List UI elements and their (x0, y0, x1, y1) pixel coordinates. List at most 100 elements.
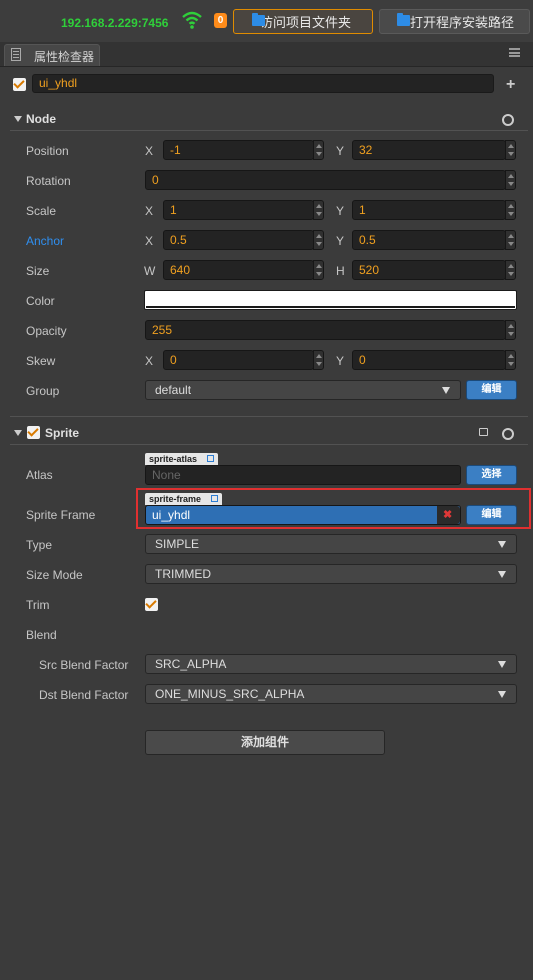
open-project-folder-button[interactable]: 访问项目文件夹 (233, 9, 373, 34)
collapse-arrow-icon[interactable] (14, 116, 22, 122)
open-install-path-label: 打开程序安装路径 (410, 15, 515, 30)
scale-y-stepper[interactable] (505, 200, 516, 220)
size-mode-label: Size Mode (26, 568, 83, 582)
divider (10, 130, 528, 131)
skew-x-axis: X (145, 354, 154, 368)
anchor-y-stepper[interactable] (505, 230, 516, 250)
size-h-input[interactable]: 520 (352, 260, 506, 280)
collapse-arrow-icon[interactable] (14, 430, 22, 436)
position-x-input[interactable]: -1 (163, 140, 314, 160)
book-icon[interactable] (479, 428, 488, 436)
preview-ip-address: 192.168.2.229:7456 (61, 16, 169, 30)
skew-y-axis: Y (336, 354, 345, 368)
scale-x-stepper[interactable] (313, 200, 324, 220)
atlas-select-button[interactable]: 选择 (466, 465, 517, 485)
sprite-atlas-tag: sprite-atlas (145, 453, 218, 465)
wifi-icon (182, 11, 202, 29)
node-active-checkbox[interactable] (13, 78, 26, 91)
add-component-button[interactable]: 添加组件 (145, 730, 385, 755)
position-y-axis: Y (336, 144, 345, 158)
scale-x-axis: X (145, 204, 154, 218)
skew-label: Skew (26, 354, 56, 368)
src-blend-factor-value: SRC_ALPHA (155, 657, 227, 671)
src-blend-factor-select[interactable]: SRC_ALPHA (145, 654, 517, 674)
sprite-frame-label: Sprite Frame (26, 508, 96, 522)
inspector-icon (11, 48, 21, 61)
size-label: Size (26, 264, 50, 278)
scale-x-input[interactable]: 1 (163, 200, 314, 220)
trim-checkbox[interactable] (145, 598, 158, 611)
dropdown-caret-icon (498, 691, 506, 698)
connection-count-badge: 0 (214, 13, 227, 28)
rotation-stepper[interactable] (505, 170, 516, 190)
position-x-stepper[interactable] (313, 140, 324, 160)
group-value: default (155, 383, 192, 397)
size-h-stepper[interactable] (505, 260, 516, 280)
rotation-input[interactable]: 0 (145, 170, 506, 190)
trim-label: Trim (26, 598, 50, 612)
folder-icon (397, 13, 410, 26)
position-y-stepper[interactable] (505, 140, 516, 160)
group-edit-button[interactable]: 编辑 (466, 380, 517, 400)
size-mode-value: TRIMMED (155, 567, 211, 581)
anchor-y-axis: Y (336, 234, 345, 248)
size-mode-select[interactable]: TRIMMED (145, 564, 517, 584)
position-y-input[interactable]: 32 (352, 140, 506, 160)
atlas-asset-field[interactable]: None (145, 465, 461, 485)
size-w-stepper[interactable] (313, 260, 324, 280)
sprite-atlas-tag-text: sprite-atlas (149, 454, 198, 464)
add-icon[interactable]: + (506, 76, 515, 94)
group-select[interactable]: default (145, 380, 461, 400)
scale-y-axis: Y (336, 204, 345, 218)
scale-y-input[interactable]: 1 (352, 200, 506, 220)
skew-x-input[interactable]: 0 (163, 350, 314, 370)
inspector-tab-title: 属性检查器 (34, 50, 95, 64)
dropdown-caret-icon (498, 571, 506, 578)
panel-menu-icon[interactable] (509, 48, 520, 57)
scale-label: Scale (26, 204, 57, 218)
sprite-section-header[interactable] (0, 422, 533, 444)
opacity-stepper[interactable] (505, 320, 516, 340)
size-w-axis: W (144, 264, 156, 278)
node-name-input[interactable]: ui_yhdl (32, 74, 494, 93)
gear-icon[interactable] (502, 428, 514, 440)
gear-icon[interactable] (502, 114, 514, 126)
anchor-label: Anchor (26, 234, 65, 248)
dst-blend-factor-value: ONE_MINUS_SRC_ALPHA (155, 687, 305, 701)
anchor-x-input[interactable]: 0.5 (163, 230, 314, 250)
dropdown-caret-icon (498, 541, 506, 548)
atlas-label: Atlas (26, 468, 53, 482)
node-section-title: Node (26, 112, 56, 126)
color-label: Color (26, 294, 55, 308)
skew-y-input[interactable]: 0 (352, 350, 506, 370)
color-swatch[interactable] (144, 290, 517, 310)
skew-x-stepper[interactable] (313, 350, 324, 370)
position-label: Position (26, 144, 69, 158)
group-label: Group (26, 384, 60, 398)
type-select[interactable]: SIMPLE (145, 534, 517, 554)
sprite-section-title: Sprite (45, 426, 80, 440)
highlight-box (136, 488, 531, 529)
node-section-header[interactable] (0, 108, 533, 130)
dst-blend-factor-select[interactable]: ONE_MINUS_SRC_ALPHA (145, 684, 517, 704)
position-x-axis: X (145, 144, 154, 158)
external-link-icon[interactable] (207, 455, 214, 462)
type-label: Type (26, 538, 53, 552)
blend-label: Blend (26, 628, 57, 642)
size-w-input[interactable]: 640 (163, 260, 314, 280)
sprite-enabled-checkbox[interactable] (27, 426, 40, 439)
skew-y-stepper[interactable] (505, 350, 516, 370)
src-blend-factor-label: Src Blend Factor (39, 658, 129, 672)
anchor-x-stepper[interactable] (313, 230, 324, 250)
open-install-path-button[interactable]: 打开程序安装路径 (379, 9, 530, 34)
size-h-axis: H (336, 264, 345, 278)
divider (10, 444, 528, 445)
type-value: SIMPLE (155, 537, 200, 551)
opacity-input[interactable]: 255 (145, 320, 506, 340)
dst-blend-factor-label: Dst Blend Factor (39, 688, 129, 702)
anchor-y-input[interactable]: 0.5 (352, 230, 506, 250)
folder-icon (252, 13, 265, 26)
divider (10, 416, 528, 417)
dropdown-caret-icon (498, 661, 506, 668)
rotation-label: Rotation (26, 174, 71, 188)
